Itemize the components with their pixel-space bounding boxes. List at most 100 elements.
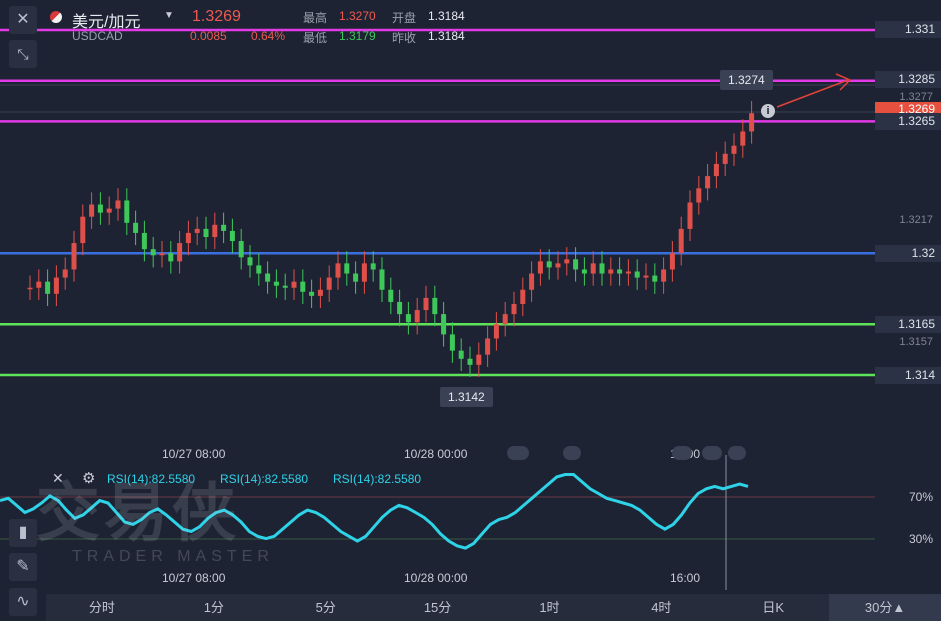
flag-icon bbox=[50, 11, 62, 23]
candle-body bbox=[414, 310, 420, 323]
candle-body bbox=[423, 297, 429, 311]
time-label: 10/27 08:00 bbox=[162, 571, 226, 585]
rsi-level-70: 70% bbox=[908, 490, 933, 504]
candle-body bbox=[502, 314, 508, 325]
low-value: 1.3179 bbox=[339, 29, 376, 43]
candle-body bbox=[705, 176, 711, 189]
tab-15min[interactable]: 15分 bbox=[382, 594, 494, 621]
open-value: 1.3184 bbox=[428, 9, 465, 23]
tab-1min[interactable]: 1分 bbox=[158, 594, 270, 621]
close-indicator-icon[interactable]: ✕ bbox=[52, 470, 64, 487]
candle-body bbox=[282, 285, 288, 288]
prev-close-label: 昨收 bbox=[392, 31, 417, 45]
candlestick-tool-icon[interactable]: ▮ bbox=[9, 519, 37, 547]
event-marker-icon[interactable] bbox=[728, 446, 746, 460]
axis-label: 1.3157 bbox=[899, 336, 933, 348]
event-marker-icon[interactable] bbox=[702, 446, 722, 460]
tab-30min[interactable]: 30分▲ bbox=[829, 594, 941, 621]
price-line-label: 1.3165 bbox=[875, 316, 941, 333]
candle-body bbox=[194, 228, 200, 233]
candle-body bbox=[300, 281, 306, 292]
candle-body bbox=[379, 269, 385, 290]
candle-body bbox=[115, 200, 121, 209]
event-marker-icon[interactable] bbox=[563, 446, 581, 460]
candle-body bbox=[740, 131, 746, 146]
high-value: 1.3270 bbox=[339, 9, 376, 23]
tab-timeshare[interactable]: 分时 bbox=[46, 594, 158, 621]
candle-body bbox=[537, 261, 543, 274]
candle-body bbox=[581, 269, 587, 274]
candle-body bbox=[441, 314, 447, 335]
candle-body bbox=[617, 269, 623, 274]
candle-body bbox=[696, 188, 702, 203]
candle-body bbox=[133, 222, 139, 233]
collapse-button[interactable]: ⤡ bbox=[9, 40, 37, 68]
candle-body bbox=[476, 354, 482, 365]
candle-body bbox=[273, 281, 279, 286]
candle-body bbox=[353, 273, 359, 282]
open-label: 开盘 bbox=[392, 11, 417, 25]
candle-body bbox=[493, 324, 499, 339]
candle-body bbox=[652, 275, 658, 282]
candle-body bbox=[625, 271, 631, 274]
timeframe-tabs: 分时 1分 5分 15分 1时 4时 日K 30分▲ bbox=[46, 594, 941, 621]
candle-body bbox=[317, 289, 323, 296]
candle-body bbox=[256, 265, 262, 274]
high-label: 最高 bbox=[303, 11, 328, 25]
axis-label: 1.3277 bbox=[899, 91, 933, 103]
settings-gear-icon[interactable]: ⚙ bbox=[82, 469, 95, 487]
candle-body bbox=[599, 263, 605, 274]
candle-body bbox=[520, 289, 526, 304]
rsi-label: RSI(14):82.5580 bbox=[107, 472, 196, 486]
pair-dropdown-icon[interactable]: ▼ bbox=[164, 10, 174, 21]
candle-body bbox=[405, 314, 411, 323]
candle-body bbox=[467, 358, 473, 365]
candle-body bbox=[361, 263, 367, 282]
candle-body bbox=[27, 287, 33, 290]
candle-body bbox=[661, 269, 667, 282]
candle-body bbox=[150, 249, 156, 256]
price-change-pct: 0.64% bbox=[251, 29, 286, 43]
indicator-tool-icon[interactable]: ∿ bbox=[9, 588, 37, 616]
tab-4hour[interactable]: 4时 bbox=[605, 594, 717, 621]
candle-body bbox=[80, 216, 86, 244]
high-callout: 1.3274 bbox=[720, 70, 773, 90]
candle-body bbox=[608, 269, 614, 274]
close-button[interactable]: ✕ bbox=[9, 6, 37, 34]
rsi-label: RSI(14):82.5580 bbox=[333, 472, 422, 486]
candle-body bbox=[212, 224, 218, 237]
info-icon[interactable]: i bbox=[761, 104, 775, 118]
time-label: 16:00 bbox=[670, 571, 701, 585]
candle-body bbox=[344, 263, 350, 274]
candle-body bbox=[749, 113, 755, 132]
candle-body bbox=[141, 232, 147, 250]
low-label: 最低 bbox=[303, 31, 328, 45]
price-line-label: 1.331 bbox=[875, 21, 941, 38]
candle-body bbox=[238, 241, 244, 258]
candle-body bbox=[159, 253, 165, 256]
event-marker-icon[interactable] bbox=[672, 446, 692, 460]
time-label: 10/28 00:00 bbox=[404, 571, 468, 585]
tab-1hour[interactable]: 1时 bbox=[494, 594, 606, 621]
candle-body bbox=[203, 228, 209, 237]
candle-body bbox=[97, 204, 103, 213]
candle-body bbox=[221, 224, 227, 231]
candle-body bbox=[485, 338, 491, 355]
candle-body bbox=[722, 153, 728, 164]
candle-body bbox=[397, 301, 403, 315]
candle-body bbox=[229, 230, 235, 242]
rsi-level-30: 30% bbox=[908, 532, 933, 546]
event-marker-icon[interactable] bbox=[507, 446, 529, 460]
candle-body bbox=[546, 261, 552, 268]
pen-tool-icon[interactable]: ✎ bbox=[9, 553, 37, 581]
candle-body bbox=[590, 263, 596, 274]
current-price: 1.3269 bbox=[192, 8, 241, 25]
tab-5min[interactable]: 5分 bbox=[270, 594, 382, 621]
candle-body bbox=[185, 232, 191, 244]
candle-body bbox=[36, 281, 42, 288]
tab-daily[interactable]: 日K bbox=[717, 594, 829, 621]
candle-body bbox=[687, 202, 693, 229]
candle-body bbox=[432, 297, 438, 315]
candle-body bbox=[713, 163, 719, 177]
candle-body bbox=[573, 259, 579, 270]
